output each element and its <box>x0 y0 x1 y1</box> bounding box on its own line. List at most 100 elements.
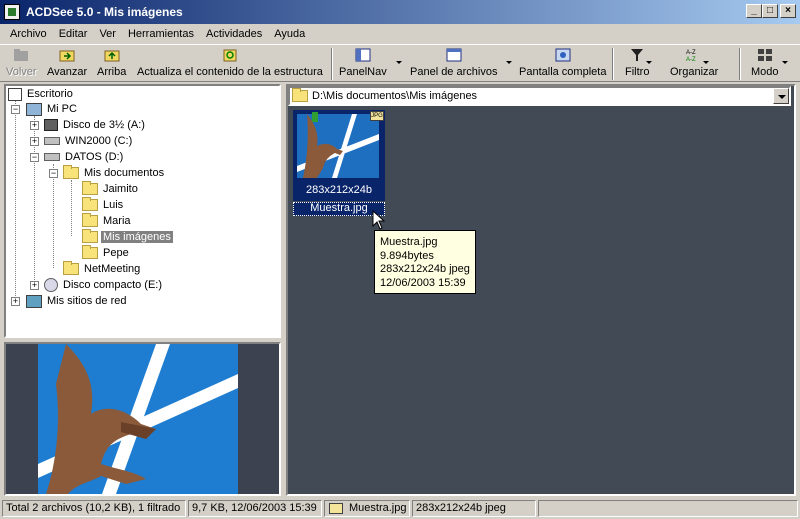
menu-actividades[interactable]: Actividades <box>200 28 268 40</box>
network-places-icon <box>26 294 42 308</box>
image-folder-icon <box>292 88 308 102</box>
menu-archivo[interactable]: Archivo <box>4 28 53 40</box>
address-combobox[interactable]: D:\Mis documentos\Mis imágenes <box>288 86 791 106</box>
tree-item-mi-pc[interactable]: Mi PC <box>26 101 79 117</box>
arriba-button[interactable]: Arriba <box>97 47 126 81</box>
collapse-mis-documentos-icon[interactable]: − <box>49 169 58 178</box>
toolbar-separator <box>331 48 333 80</box>
preview-image <box>6 344 279 494</box>
collapse-datos-icon[interactable]: − <box>30 153 39 162</box>
tree-item-jaimito[interactable]: Jaimito <box>82 181 140 197</box>
expand-win2000-icon[interactable]: + <box>30 137 39 146</box>
sort-az-icon: A-ZA-Z <box>686 50 696 62</box>
refresh-tree-icon <box>223 49 237 62</box>
filter-funnel-icon <box>631 49 644 61</box>
close-button[interactable]: × <box>780 4 796 18</box>
status-info: 283x212x24b jpeg <box>412 500 536 517</box>
expand-disco-compacto-icon[interactable]: + <box>30 281 39 290</box>
tree-item-pepe[interactable]: Pepe <box>82 245 131 261</box>
title-bar: ACDSee 5.0 - Mis imágenes _ □ × <box>0 0 800 24</box>
actualiza-button[interactable]: Actualiza el contenido de la estructura <box>137 47 323 81</box>
menu-bar: Archivo Editar Ver Herramientas Activida… <box>0 24 800 43</box>
tree-item-escritorio[interactable]: Escritorio <box>8 86 75 102</box>
tooltip-size: 9.894bytes <box>380 249 434 262</box>
filtro-button[interactable]: Filtro <box>625 47 649 81</box>
tooltip-filename: Muestra.jpg <box>380 236 438 248</box>
volver-button[interactable]: Volver <box>6 47 37 81</box>
menu-ver[interactable]: Ver <box>93 28 122 40</box>
panelnav-dropdown-icon[interactable] <box>396 61 402 64</box>
address-path: D:\Mis documentos\Mis imágenes <box>312 90 478 102</box>
panel-archivos-dropdown-icon[interactable] <box>506 61 512 64</box>
status-bar: Total 2 archivos (10,2 KB), 1 filtrado 9… <box>0 499 800 519</box>
desktop-icon <box>8 87 22 101</box>
tree-item-maria[interactable]: Maria <box>82 213 133 229</box>
mouse-cursor-icon <box>372 210 386 230</box>
svg-text:A-Z: A-Z <box>686 57 696 62</box>
panel-archivos-button[interactable]: Panel de archivos <box>410 47 497 81</box>
tooltip-date: 12/06/2003 15:39 <box>380 276 466 289</box>
menu-herramientas[interactable]: Herramientas <box>122 28 200 40</box>
organizar-button[interactable]: A-Z A-Z Organizar <box>670 47 718 81</box>
organizar-dropdown-icon[interactable] <box>703 61 709 64</box>
tree-item-mis-documentos[interactable]: Mis documentos <box>63 165 166 181</box>
status-empty <box>538 500 798 517</box>
status-file: Muestra.jpg <box>324 500 410 517</box>
forward-folder-icon <box>59 50 75 62</box>
computer-icon <box>26 102 42 116</box>
up-folder-icon <box>104 50 120 62</box>
tree-item-disco-a[interactable]: Disco de 3½ (A:) <box>44 117 147 133</box>
back-folder-icon <box>14 49 29 61</box>
tree-item-disco-compacto[interactable]: Disco compacto (E:) <box>44 277 164 293</box>
file-panel-icon <box>446 48 462 62</box>
toolbar-separator <box>739 48 741 80</box>
acdsee-app-icon[interactable] <box>4 4 20 20</box>
view-mode-icon <box>757 49 772 61</box>
panelnav-button[interactable]: PanelNav <box>339 47 387 81</box>
menu-editar[interactable]: Editar <box>53 28 94 40</box>
tree-item-netmeeting[interactable]: NetMeeting <box>63 261 142 277</box>
window-title: ACDSee 5.0 - Mis imágenes <box>26 5 183 19</box>
panel-nav-icon <box>355 48 371 62</box>
jpg-file-icon <box>329 503 343 514</box>
folder-tree[interactable]: Escritorio − Mi PC + Disco de 3½ (A:) + … <box>4 84 281 338</box>
status-size-date: 9,7 KB, 12/06/2003 15:39 <box>188 500 322 517</box>
expand-disco-a-icon[interactable]: + <box>30 121 39 130</box>
collapse-mi-pc-icon[interactable]: − <box>11 105 20 114</box>
thumbnail-image <box>297 114 379 178</box>
maximize-button[interactable]: □ <box>762 4 778 18</box>
status-total: Total 2 archivos (10,2 KB), 1 filtrado <box>2 500 186 517</box>
tree-item-luis[interactable]: Luis <box>82 197 125 213</box>
file-info-tooltip: Muestra.jpg 9.894bytes 283x212x24b jpeg … <box>374 230 476 294</box>
folder-icon <box>82 213 98 227</box>
tree-item-datos[interactable]: DATOS (D:) <box>44 149 125 165</box>
modo-button[interactable]: Modo <box>751 47 779 81</box>
avanzar-button[interactable]: Avanzar <box>47 47 87 81</box>
cd-drive-icon <box>44 278 58 292</box>
thumbnail-dimensions: 283x212x24b <box>305 184 373 196</box>
image-folder-icon <box>82 229 98 243</box>
pantalla-completa-button[interactable]: Pantalla completa <box>519 47 606 81</box>
folder-icon <box>82 197 98 211</box>
minimize-button[interactable]: _ <box>746 4 762 18</box>
folder-icon <box>82 181 98 195</box>
toolbar: Volver Avanzar Arriba Actualiza el conte… <box>0 44 800 82</box>
filtro-dropdown-icon[interactable] <box>646 61 652 64</box>
address-dropdown-icon[interactable] <box>773 88 789 104</box>
tree-item-mis-imagenes[interactable]: Mis imágenes <box>82 229 173 245</box>
modo-dropdown-icon[interactable] <box>782 61 788 64</box>
fullscreen-icon <box>555 48 571 62</box>
expand-mis-sitios-icon[interactable]: + <box>11 297 20 306</box>
checked-out-marker-icon <box>312 112 318 122</box>
svg-text:A-Z: A-Z <box>686 50 696 56</box>
preview-panel <box>4 342 281 496</box>
thumbnail-muestra[interactable]: JPG 283x212x24b <box>293 110 385 201</box>
hard-drive-icon <box>44 137 60 145</box>
tooltip-format: 283x212x24b jpeg <box>380 263 470 275</box>
menu-ayuda[interactable]: Ayuda <box>268 28 311 40</box>
floppy-drive-icon <box>44 119 58 131</box>
folder-icon <box>63 261 79 275</box>
hard-drive-icon <box>44 153 60 161</box>
tree-item-win2000[interactable]: WIN2000 (C:) <box>44 133 134 149</box>
tree-item-mis-sitios-de-red[interactable]: Mis sitios de red <box>26 293 128 309</box>
